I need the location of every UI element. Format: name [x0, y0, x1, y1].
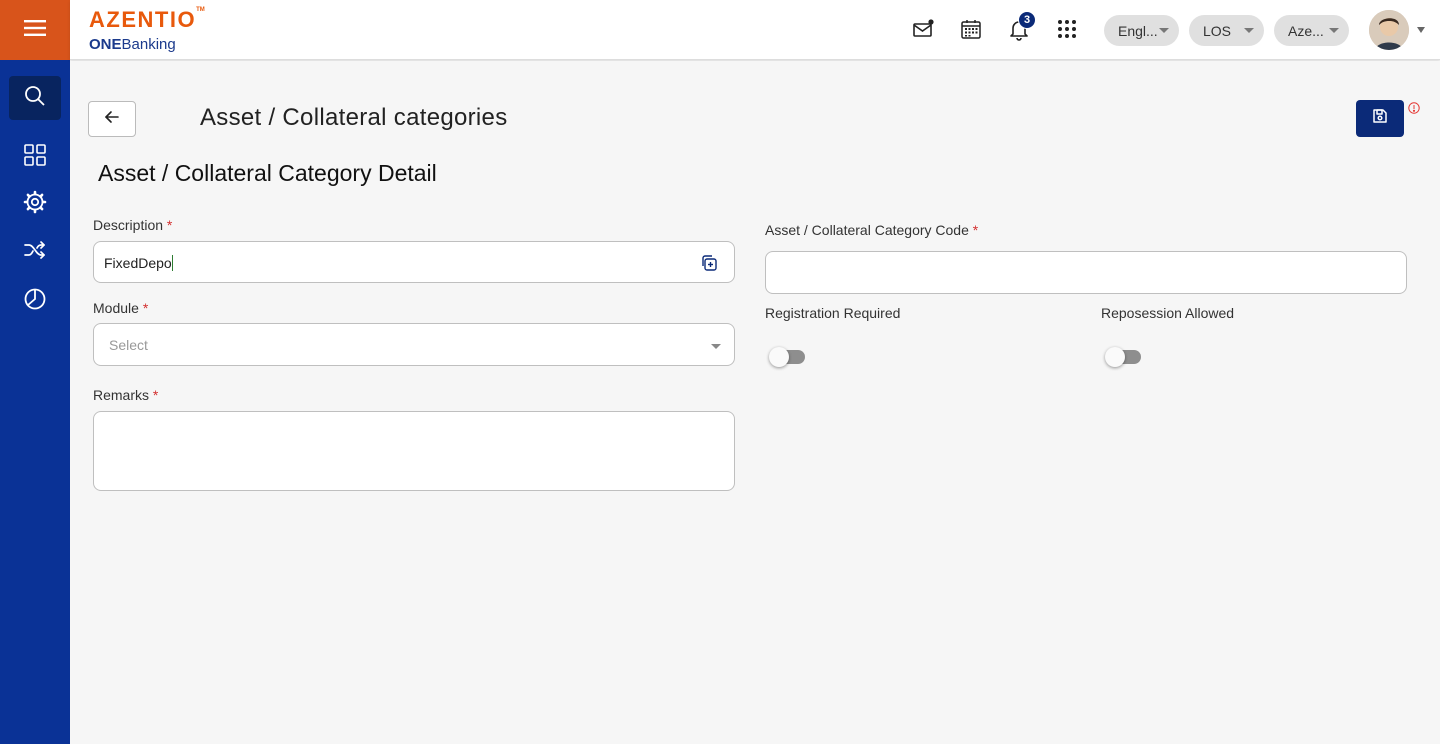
user-menu-chevron-icon[interactable] — [1417, 27, 1425, 33]
arrow-left-icon — [104, 109, 120, 130]
top-header: AZENTIOTM ONEBanking 3 Engl... LOS Aze..… — [70, 0, 1440, 60]
logo-azentio: AZENTIOTM — [89, 7, 205, 32]
text-cursor — [171, 255, 173, 271]
notification-count-badge: 3 — [1018, 11, 1036, 29]
dashboard-grid-icon — [23, 143, 47, 172]
sidebar-item-settings[interactable] — [9, 182, 61, 226]
chevron-down-icon — [711, 344, 721, 349]
info-icon[interactable] — [1408, 101, 1420, 119]
hamburger-icon — [24, 19, 46, 41]
mail-button[interactable] — [910, 18, 936, 44]
main-content: Asset / Collateral categories Asset / Co… — [70, 61, 1440, 515]
entity-select[interactable]: Aze... — [1274, 15, 1349, 46]
language-select[interactable]: Engl... — [1104, 15, 1179, 46]
language-value: Engl... — [1118, 22, 1158, 39]
description-label: Description * — [93, 217, 173, 233]
module-dropdown[interactable]: Select — [93, 323, 735, 366]
remarks-label: Remarks * — [93, 387, 159, 403]
avatar[interactable] — [1369, 10, 1409, 50]
chevron-down-icon — [1244, 28, 1254, 33]
entity-value: Aze... — [1288, 22, 1324, 39]
module-select[interactable]: LOS — [1189, 15, 1264, 46]
shuffle-icon — [23, 238, 47, 267]
mail-icon — [911, 17, 935, 46]
page-title: Asset / Collateral categories — [200, 104, 508, 131]
back-button[interactable] — [88, 101, 136, 137]
module-value: LOS — [1203, 22, 1232, 39]
search-icon — [23, 84, 47, 113]
sidebar-item-search[interactable] — [9, 76, 61, 120]
registration-required-label: Registration Required — [765, 305, 901, 321]
registration-required-toggle[interactable] — [769, 347, 809, 367]
logo-onebanking: ONEBanking — [89, 36, 176, 53]
sidebar-item-reports[interactable] — [9, 279, 61, 323]
remarks-textarea[interactable] — [93, 411, 735, 491]
save-button[interactable] — [1356, 100, 1404, 137]
calendar-button[interactable] — [958, 18, 984, 44]
calendar-icon — [959, 17, 983, 46]
reposession-allowed-label: Reposession Allowed — [1101, 305, 1235, 321]
category-code-label: Asset / Collateral Category Code * — [765, 222, 979, 238]
description-input[interactable]: FixedDepo — [93, 241, 735, 283]
apps-grid-icon — [1056, 18, 1078, 45]
module-placeholder: Select — [109, 337, 148, 353]
menu-button[interactable] — [0, 0, 70, 60]
save-icon — [1372, 108, 1388, 129]
section-title: Asset / Collateral Category Detail — [98, 160, 437, 186]
apps-button[interactable] — [1054, 18, 1080, 44]
description-value: FixedDepo — [104, 255, 172, 271]
settings-gear-icon — [23, 190, 47, 219]
reposession-allowed-toggle[interactable] — [1105, 347, 1145, 367]
copy-add-icon[interactable] — [700, 254, 718, 275]
category-code-input[interactable] — [765, 251, 1407, 294]
sidebar-item-workflow[interactable] — [9, 230, 61, 274]
module-label: Module * — [93, 300, 149, 316]
pie-chart-icon — [23, 287, 47, 316]
sidebar — [0, 0, 70, 744]
chevron-down-icon — [1159, 28, 1169, 33]
sidebar-item-dashboard[interactable] — [9, 135, 61, 179]
chevron-down-icon — [1329, 28, 1339, 33]
